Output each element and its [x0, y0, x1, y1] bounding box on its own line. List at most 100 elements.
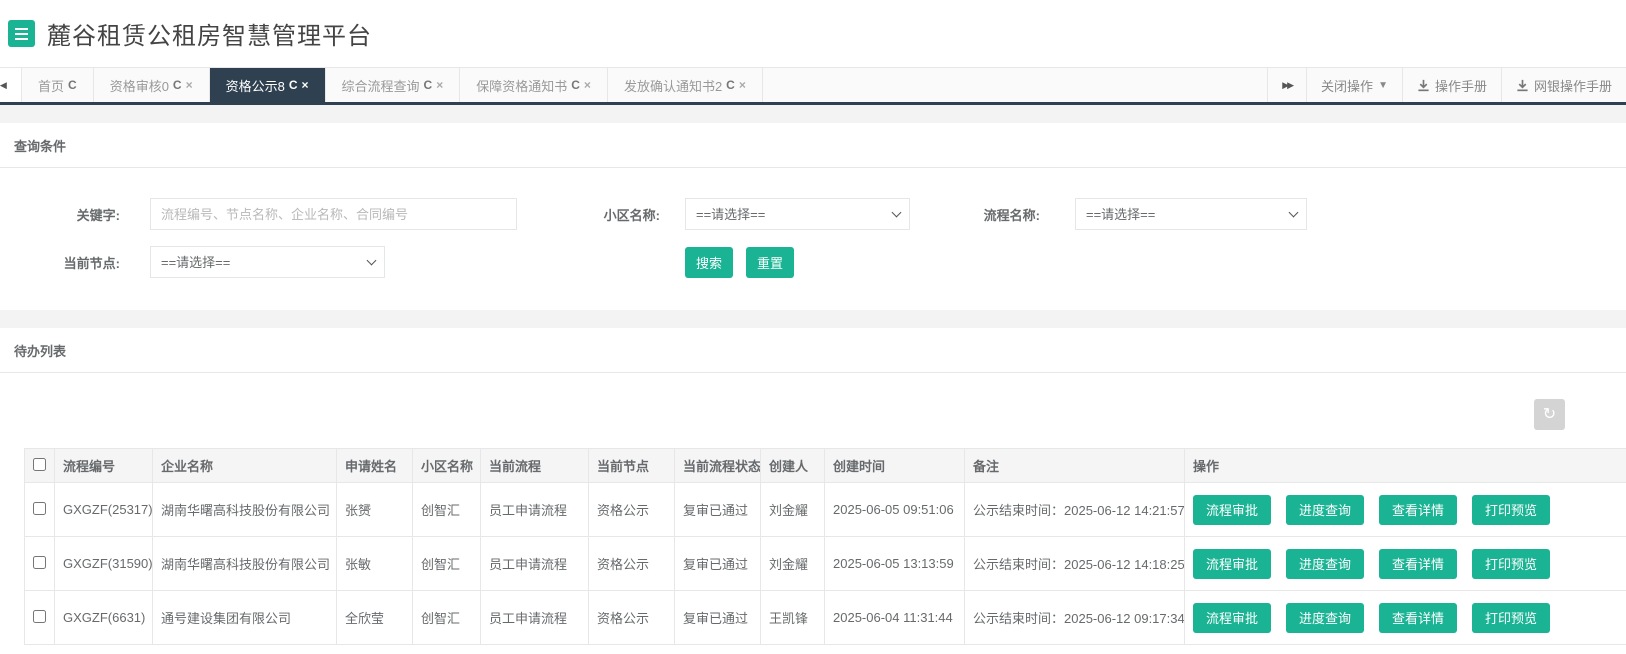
cell-applicant: 张敏 [337, 537, 413, 591]
close-icon[interactable]: × [584, 78, 591, 92]
close-icon[interactable]: × [302, 78, 309, 92]
approve-process-button[interactable]: 流程审批 [1193, 495, 1271, 525]
current-node-select[interactable]: ==请选择== [150, 246, 385, 278]
cell-remark: 公示结束时间：2025-06-12 14:18:25 [965, 537, 1185, 591]
refresh-icon[interactable]: C [68, 78, 77, 92]
cell-created: 2025-06-04 11:31:44 [825, 591, 965, 645]
todo-table: 流程编号 企业名称 申请姓名 小区名称 当前流程 当前节点 当前流程状态 创建人… [24, 448, 1626, 645]
table-row: GXGZF(31590) 湖南华曙高科技股份有限公司 张敏 创智汇 员工申请流程… [25, 537, 1626, 591]
print-preview-button[interactable]: 打印预览 [1472, 603, 1550, 633]
tab-qualification-publicity[interactable]: 资格公示8 C × [210, 68, 326, 102]
cell-created: 2025-06-05 13:13:59 [825, 537, 965, 591]
tab-qualification-review[interactable]: 资格审核0 C × [94, 68, 210, 102]
search-panel: 查询条件 关键字: 小区名称: ==请选择== 流程名称: ==请选择== 当前… [0, 123, 1626, 310]
cell-process: 员工申请流程 [481, 591, 589, 645]
reset-button[interactable]: 重置 [746, 247, 794, 278]
close-icon[interactable]: × [186, 78, 193, 92]
tab-list: 首页 C 资格审核0 C × 资格公示8 C × 综合流程查询 C × 保障资格… [22, 68, 763, 102]
cell-status: 复审已通过 [675, 591, 761, 645]
todo-panel: 待办列表 ↻ 流程编号 企业名称 申请姓名 小区名称 当前流程 当前节点 当前流… [0, 328, 1626, 654]
cell-status: 复审已通过 [675, 537, 761, 591]
keyword-input[interactable] [150, 198, 517, 230]
cell-process-no: GXGZF(25317) [55, 483, 153, 537]
operation-manual-link[interactable]: 操作手册 [1402, 68, 1501, 102]
cell-node: 资格公示 [589, 537, 675, 591]
download-icon [1516, 79, 1529, 92]
close-icon[interactable]: × [436, 78, 443, 92]
cell-company: 湖南华曙高科技股份有限公司 [153, 483, 337, 537]
refresh-icon[interactable]: C [424, 78, 433, 92]
hamburger-icon [15, 28, 28, 30]
col-node: 当前节点 [589, 449, 675, 483]
approve-process-button[interactable]: 流程审批 [1193, 603, 1271, 633]
tab-home[interactable]: 首页 C [22, 68, 94, 102]
search-form: 关键字: 小区名称: ==请选择== 流程名称: ==请选择== 当前节点: [0, 168, 1626, 310]
col-process: 当前流程 [481, 449, 589, 483]
cell-creator: 刘金耀 [761, 537, 825, 591]
row-checkbox[interactable] [33, 556, 46, 569]
cell-company: 通号建设集团有限公司 [153, 591, 337, 645]
col-creator: 创建人 [761, 449, 825, 483]
cell-created: 2025-06-05 09:51:06 [825, 483, 965, 537]
refresh-icon[interactable]: C [173, 78, 182, 92]
cell-applicant: 全欣莹 [337, 591, 413, 645]
tab-issuance-confirm-notice[interactable]: 发放确认通知书2 C × [608, 68, 763, 102]
cell-remark: 公示结束时间：2025-06-12 09:17:34 [965, 591, 1185, 645]
tab-process-query[interactable]: 综合流程查询 C × [326, 68, 461, 102]
cell-node: 资格公示 [589, 591, 675, 645]
cell-process-no: GXGZF(6631) [55, 591, 153, 645]
progress-query-button[interactable]: 进度查询 [1286, 495, 1364, 525]
tab-bar-tools: ▶▶ 关闭操作 ▼ 操作手册 网银操作手册 [1267, 68, 1626, 102]
col-community: 小区名称 [413, 449, 481, 483]
view-details-button[interactable]: 查看详情 [1379, 549, 1457, 579]
search-panel-title: 查询条件 [0, 123, 1626, 168]
print-preview-button[interactable]: 打印预览 [1472, 549, 1550, 579]
view-details-button[interactable]: 查看详情 [1379, 495, 1457, 525]
cell-process: 员工申请流程 [481, 483, 589, 537]
cell-community: 创智汇 [413, 591, 481, 645]
todo-panel-title: 待办列表 [0, 328, 1626, 373]
community-select[interactable]: ==请选择== [685, 198, 910, 230]
close-operations-dropdown[interactable]: 关闭操作 ▼ [1306, 68, 1402, 102]
row-checkbox[interactable] [33, 502, 46, 515]
select-all-checkbox[interactable] [33, 458, 46, 471]
approve-process-button[interactable]: 流程审批 [1193, 549, 1271, 579]
refresh-icon[interactable]: C [289, 78, 298, 92]
cell-community: 创智汇 [413, 483, 481, 537]
scroll-tabs-left-button[interactable]: ◀◀ [0, 68, 22, 102]
row-checkbox[interactable] [33, 610, 46, 623]
refresh-icon[interactable]: C [571, 78, 580, 92]
cell-remark: 公示结束时间：2025-06-12 14:21:57 [965, 483, 1185, 537]
cell-status: 复审已通过 [675, 483, 761, 537]
table-row: GXGZF(6631) 通号建设集团有限公司 全欣莹 创智汇 员工申请流程 资格… [25, 591, 1626, 645]
hamburger-menu-button[interactable] [8, 20, 35, 47]
app-title: 麓谷租赁公租房智慧管理平台 [47, 16, 372, 51]
col-applicant: 申请姓名 [337, 449, 413, 483]
download-icon [1417, 79, 1430, 92]
cell-process-no: GXGZF(31590) [55, 537, 153, 591]
refresh-icon[interactable]: C [726, 78, 735, 92]
tab-bar: ◀◀ 首页 C 资格审核0 C × 资格公示8 C × 综合流程查询 C × 保… [0, 67, 1626, 105]
scroll-tabs-right-button[interactable]: ▶▶ [1267, 68, 1306, 102]
view-details-button[interactable]: 查看详情 [1379, 603, 1457, 633]
cell-applicant: 张赟 [337, 483, 413, 537]
search-button[interactable]: 搜索 [685, 247, 733, 278]
process-name-select[interactable]: ==请选择== [1075, 198, 1307, 230]
cell-company: 湖南华曙高科技股份有限公司 [153, 537, 337, 591]
col-created: 创建时间 [825, 449, 965, 483]
bank-manual-link[interactable]: 网银操作手册 [1501, 68, 1626, 102]
app-header: 麓谷租赁公租房智慧管理平台 [0, 0, 1626, 67]
refresh-table-button[interactable]: ↻ [1534, 399, 1565, 430]
cell-community: 创智汇 [413, 537, 481, 591]
print-preview-button[interactable]: 打印预览 [1472, 495, 1550, 525]
col-company: 企业名称 [153, 449, 337, 483]
process-name-label: 流程名称: [980, 205, 1040, 224]
table-header-row: 流程编号 企业名称 申请姓名 小区名称 当前流程 当前节点 当前流程状态 创建人… [25, 449, 1626, 483]
tab-guarantee-notice[interactable]: 保障资格通知书 C × [460, 68, 608, 102]
table-row: GXGZF(25317) 湖南华曙高科技股份有限公司 张赟 创智汇 员工申请流程… [25, 483, 1626, 537]
close-icon[interactable]: × [739, 78, 746, 92]
double-right-arrow-icon: ▶▶ [1282, 80, 1292, 91]
progress-query-button[interactable]: 进度查询 [1286, 603, 1364, 633]
col-remark: 备注 [965, 449, 1185, 483]
progress-query-button[interactable]: 进度查询 [1286, 549, 1364, 579]
